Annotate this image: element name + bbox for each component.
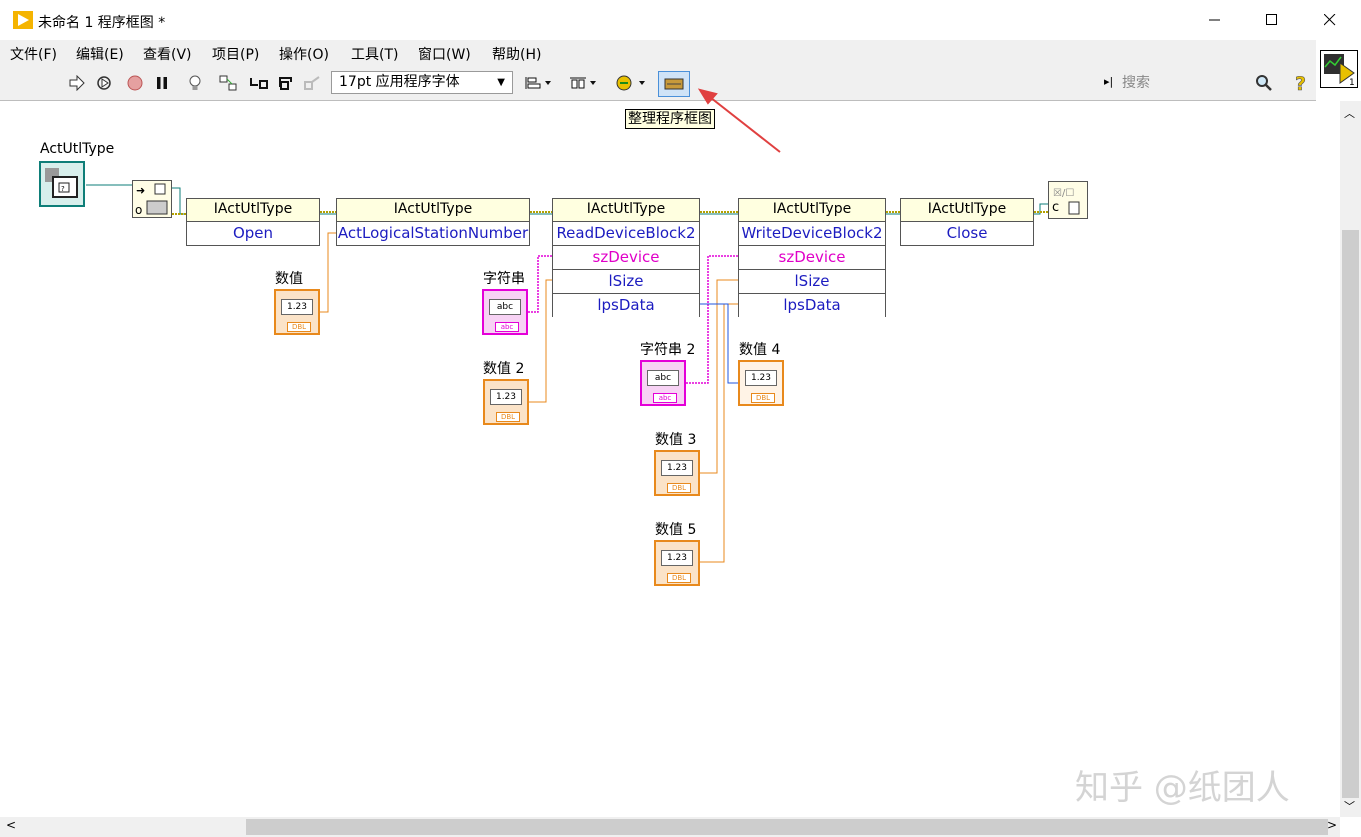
- node-class-label: IActUtlType: [213, 201, 293, 217]
- scroll-left-icon[interactable]: <: [6, 818, 16, 832]
- num4-value: 1.23: [745, 370, 777, 386]
- svg-text:1: 1: [1349, 78, 1355, 87]
- str2-value: abc: [647, 370, 679, 386]
- num5-type: DBL: [667, 573, 691, 583]
- num2-control[interactable]: 1.23 DBL: [483, 379, 529, 425]
- str1-control[interactable]: abc abc: [482, 289, 528, 335]
- str1-label: 字符串: [483, 271, 525, 287]
- scroll-right-icon[interactable]: >: [1327, 818, 1337, 832]
- read-param-lpsdata: lpsData: [597, 296, 655, 314]
- horizontal-scroll-thumb[interactable]: [246, 819, 1328, 835]
- write-method-label: WriteDeviceBlock2: [741, 224, 883, 242]
- automation-open-icon: ➜o: [135, 183, 168, 217]
- watermark: 知乎 @纸团人: [1075, 768, 1290, 808]
- num5-label: 数值 5: [655, 522, 697, 538]
- str2-control[interactable]: abc abc: [640, 360, 686, 406]
- close-reference-label: c: [1052, 200, 1060, 215]
- invoke-node-write[interactable]: IActUtlType WriteDeviceBlock2 szDevice l…: [738, 198, 886, 317]
- actutltype-constant[interactable]: ?: [39, 161, 85, 207]
- scroll-down-icon[interactable]: ﹀: [1344, 798, 1355, 814]
- num4-label: 数值 4: [739, 342, 781, 358]
- svg-text:?: ?: [61, 185, 65, 193]
- num2-label: 数值 2: [483, 361, 525, 377]
- num3-label: 数值 3: [655, 432, 697, 448]
- node-class-label: IActUtlType: [586, 201, 666, 217]
- num4-type: DBL: [751, 393, 775, 403]
- property-node-open[interactable]: IActUtlType Open: [186, 198, 320, 246]
- property-node-station[interactable]: IActUtlType ActLogicalStationNumber: [336, 198, 530, 246]
- node-class-label: IActUtlType: [772, 201, 852, 217]
- scroll-up-icon[interactable]: ︿: [1344, 105, 1355, 121]
- num1-label: 数值: [275, 271, 303, 287]
- invoke-node-close[interactable]: IActUtlType Close: [900, 198, 1034, 246]
- read-param-lsize: lSize: [608, 272, 644, 290]
- invoke-node-read[interactable]: IActUtlType ReadDeviceBlock2 szDevice lS…: [552, 198, 700, 317]
- num3-type: DBL: [667, 483, 691, 493]
- read-method-label: ReadDeviceBlock2: [556, 224, 696, 242]
- str2-type: abc: [653, 393, 677, 403]
- node-class-label: IActUtlType: [393, 201, 473, 217]
- num4-indicator[interactable]: 1.23 DBL: [738, 360, 784, 406]
- write-param-lsize: lSize: [794, 272, 830, 290]
- write-param-szdevice: szDevice: [778, 248, 846, 266]
- activex-icon: ?: [45, 168, 78, 198]
- write-param-lpsdata: lpsData: [783, 296, 841, 314]
- num3-control[interactable]: 1.23 DBL: [654, 450, 700, 496]
- open-property-label: Open: [232, 224, 274, 242]
- cleanup-tooltip: 整理程序框图: [625, 109, 715, 129]
- num5-value: 1.23: [661, 550, 693, 566]
- read-param-szdevice: szDevice: [592, 248, 660, 266]
- close-method-label: Close: [946, 224, 988, 242]
- automation-open-node[interactable]: ➜ o: [132, 180, 172, 218]
- actutltype-label: ActUtlType: [40, 141, 115, 157]
- num5-control[interactable]: 1.23 DBL: [654, 540, 700, 586]
- svg-text:➜: ➜: [136, 184, 145, 197]
- node-class-label: IActUtlType: [927, 201, 1007, 217]
- vertical-scroll-thumb[interactable]: [1342, 230, 1359, 798]
- str1-value: abc: [489, 299, 521, 315]
- num1-control[interactable]: 1.23 DBL: [274, 289, 320, 335]
- num3-value: 1.23: [661, 460, 693, 476]
- station-property-label: ActLogicalStationNumber: [337, 224, 529, 242]
- close-reference-node[interactable]: ☒/☐ c: [1048, 181, 1088, 219]
- str1-type: abc: [495, 322, 519, 332]
- num2-value: 1.23: [490, 389, 522, 405]
- num1-type: DBL: [287, 322, 311, 332]
- num2-type: DBL: [496, 412, 520, 422]
- str2-label: 字符串 2: [640, 342, 696, 358]
- svg-text:☒/☐: ☒/☐: [1053, 188, 1074, 199]
- num1-value: 1.23: [281, 299, 313, 315]
- svg-text:o: o: [135, 203, 142, 217]
